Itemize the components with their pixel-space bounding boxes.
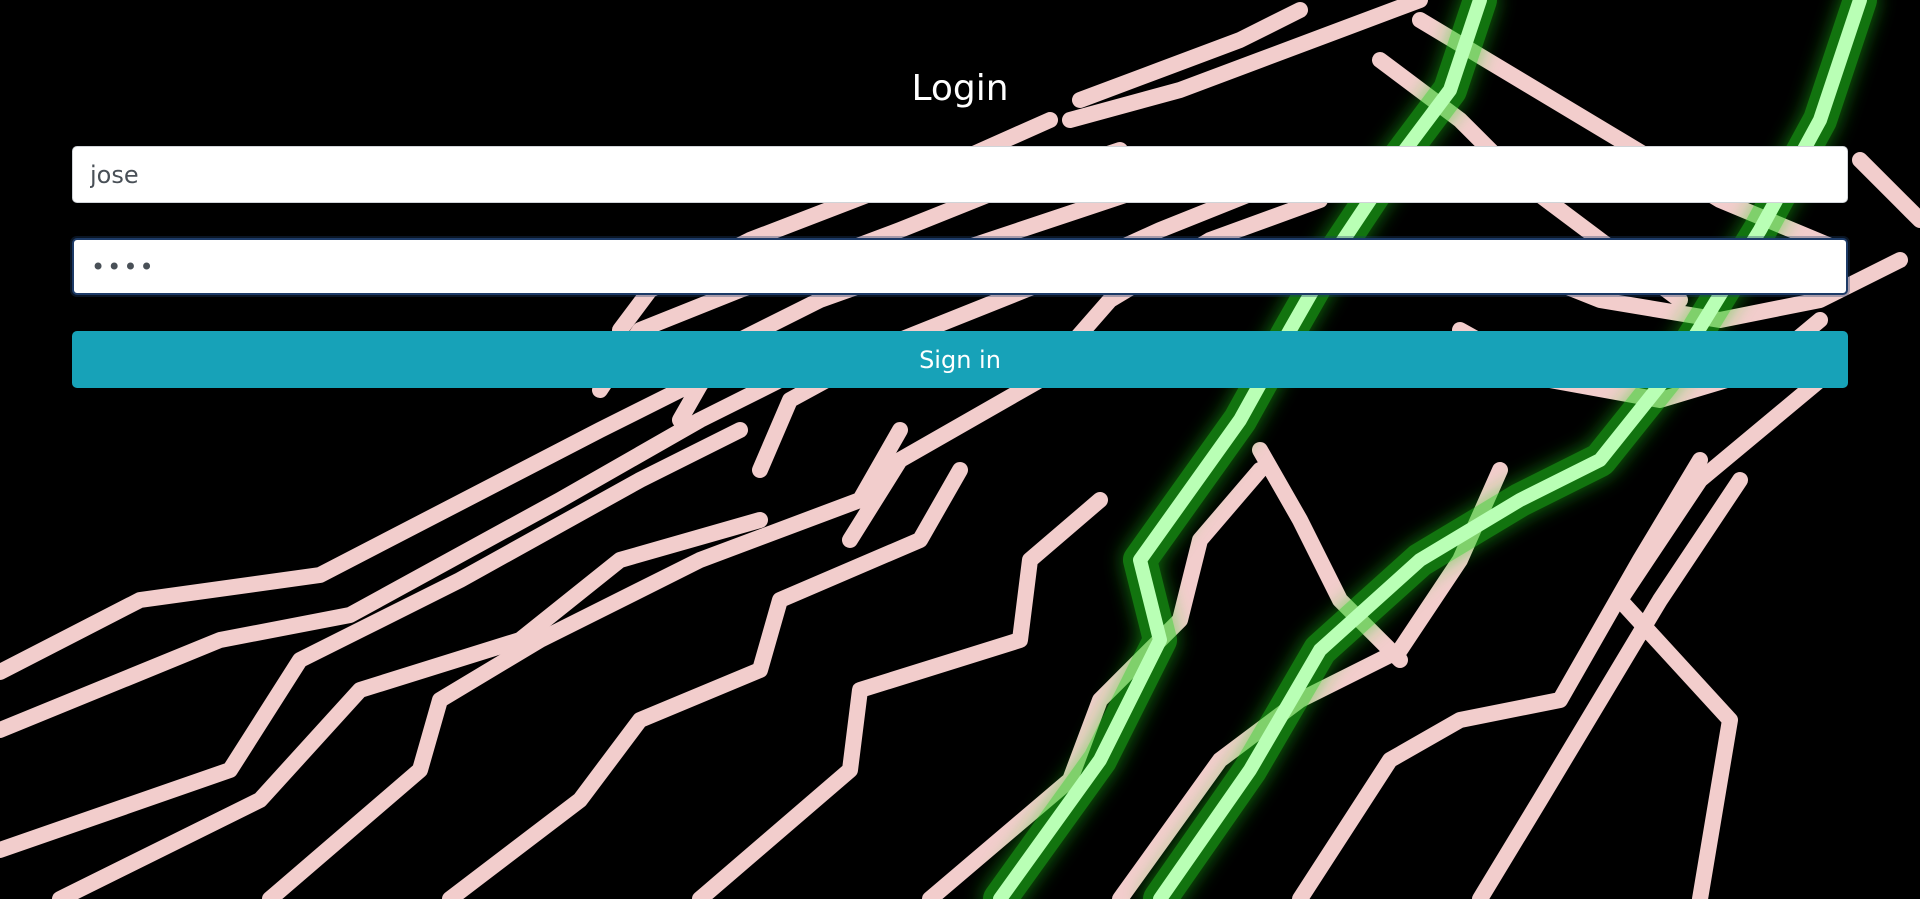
login-page: Login Sign in <box>0 0 1920 899</box>
login-title: Login <box>911 68 1009 109</box>
password-input[interactable] <box>72 238 1848 295</box>
sign-in-button[interactable]: Sign in <box>72 331 1848 388</box>
circuit-background-art <box>0 0 1920 899</box>
username-input[interactable] <box>72 146 1848 203</box>
